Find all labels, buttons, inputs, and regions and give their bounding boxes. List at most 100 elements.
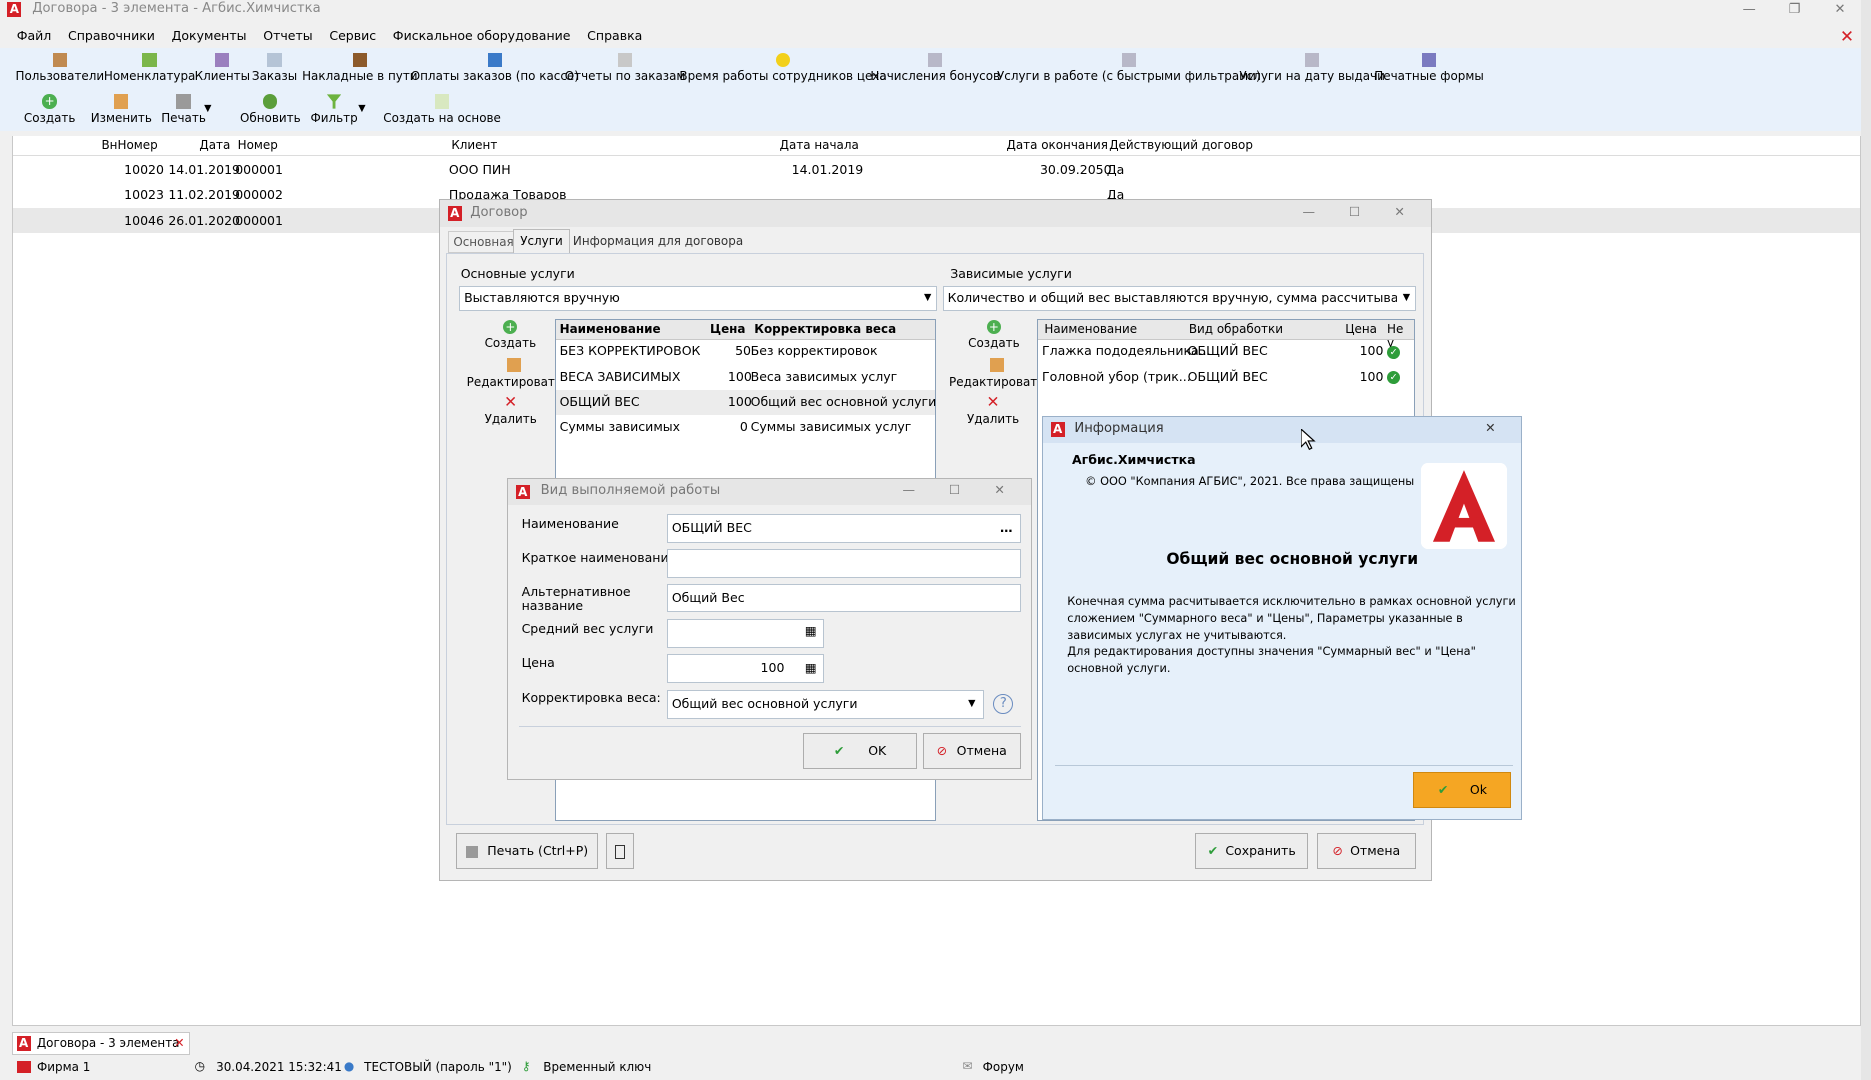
firm-icon xyxy=(16,1061,32,1074)
col-processing-type[interactable]: Вид обработки xyxy=(1189,322,1283,336)
cancel-button[interactable]: ⊘ Отмена xyxy=(922,732,1021,769)
name-field[interactable]: ОБЩИЙ ВЕС… xyxy=(667,514,1021,544)
close-document-icon[interactable]: ✕ xyxy=(1840,26,1854,46)
weight-correction-select[interactable]: Общий вес основной услуги ▼ xyxy=(667,689,984,719)
scrollbar[interactable] xyxy=(1861,0,1871,1080)
col-end-date[interactable]: Дата окончания xyxy=(1007,138,1108,152)
col-price[interactable]: Цена xyxy=(1345,322,1377,336)
minimize-icon[interactable]: — xyxy=(902,482,915,497)
filter-dropdown-icon[interactable]: ▼ xyxy=(358,103,365,114)
print-ctrl-p-button[interactable]: Печать (Ctrl+P) xyxy=(455,833,598,870)
cell: ВЕСА ЗАВИСИМЫХ xyxy=(559,368,681,384)
col-weight-correction[interactable]: Корректировка веса xyxy=(754,322,896,336)
menu-help[interactable]: Справка xyxy=(579,24,651,48)
table-row[interactable]: ОБЩИЙ ВЕС 100 Общий вес основной услуги xyxy=(556,390,936,416)
device-button[interactable] xyxy=(606,833,634,870)
col-client[interactable]: Клиент xyxy=(451,138,497,152)
tb-orders[interactable]: Заказы xyxy=(252,52,297,83)
col-vnnomer[interactable]: ВнНомер xyxy=(101,138,157,152)
minimize-icon[interactable]: — xyxy=(1728,0,1771,19)
short-name-field[interactable] xyxy=(667,549,1021,578)
create-button[interactable]: + Создать xyxy=(24,94,75,125)
print-button[interactable]: Печать xyxy=(161,94,206,125)
main-delete-button[interactable]: ✕ Удалить xyxy=(485,394,537,425)
table-row[interactable]: Головной убор (трик... ОБЩИЙ ВЕС 100 ✓ xyxy=(1038,365,1413,390)
avg-weight-field[interactable]: ▦ xyxy=(667,619,824,649)
ellipsis-icon[interactable]: … xyxy=(1000,515,1013,541)
menu-references[interactable]: Справочники xyxy=(60,24,164,48)
table-row[interactable]: Глажка пододеяльника... ОБЩИЙ ВЕС 100 ✓ xyxy=(1038,340,1413,365)
col-number[interactable]: Номер xyxy=(238,138,278,152)
maximize-icon[interactable]: ☐ xyxy=(1349,204,1360,219)
menu-documents[interactable]: Документы xyxy=(163,24,255,48)
tb-waybills[interactable]: Накладные в пути xyxy=(302,52,418,83)
calculator-icon[interactable]: ▦ xyxy=(805,655,817,681)
minimize-icon[interactable]: — xyxy=(1302,204,1315,219)
dep-delete-button[interactable]: ✕ Удалить xyxy=(967,394,1019,425)
tb-services-date[interactable]: Услуги на дату выдачи xyxy=(1239,52,1385,83)
filter-button[interactable]: Фильтр xyxy=(310,94,358,125)
close-icon[interactable]: ✕ xyxy=(994,482,1005,497)
tb-order-reports[interactable]: Отчеты по заказам xyxy=(565,52,685,83)
tb-print-forms[interactable]: Печатные формы xyxy=(1374,52,1484,83)
save-button[interactable]: ✔ Сохранить xyxy=(1194,833,1309,870)
table-row[interactable]: Суммы зависимых 0 Суммы зависимых услуг xyxy=(556,415,935,440)
main-services-select[interactable]: Выставляются вручную ▼ xyxy=(459,286,938,312)
tb-clients[interactable]: Клиенты xyxy=(195,52,250,83)
chevron-down-icon: ▼ xyxy=(968,697,976,709)
tb-payments[interactable]: Оплаты заказов (по кассе) xyxy=(411,52,579,83)
close-icon[interactable]: ✕ xyxy=(1485,420,1496,435)
alt-name-field[interactable]: Общий Вес xyxy=(667,583,1021,613)
ok-button[interactable]: ✔ OK xyxy=(803,732,917,769)
document-tab[interactable]: A Договора - 3 элемента ✕ xyxy=(11,1031,190,1056)
price-field[interactable]: 100 ▦ xyxy=(667,654,824,683)
cell: Головной убор (трик... xyxy=(1041,368,1191,384)
check-icon: ✔ xyxy=(833,742,845,758)
help-icon[interactable]: ? xyxy=(993,693,1014,714)
tb-work-time[interactable]: Время работы сотрудников цеха xyxy=(679,52,887,83)
menu-service[interactable]: Сервис xyxy=(321,24,384,48)
restore-icon[interactable]: ❐ xyxy=(1773,0,1816,19)
main-edit-button[interactable]: Редактировать xyxy=(467,357,562,389)
status-forum-link[interactable]: Форум xyxy=(983,1060,1024,1074)
tb-nomenclature[interactable]: Номенклатура xyxy=(104,52,195,83)
tab-services[interactable]: Услуги xyxy=(513,229,570,253)
col-name[interactable]: Наименование xyxy=(560,322,661,336)
close-tab-icon[interactable]: ✕ xyxy=(174,1035,185,1050)
services-date-icon xyxy=(1304,52,1320,67)
create-based-button[interactable]: Создать на основе xyxy=(383,94,501,125)
cell: 11.02.2019 xyxy=(168,187,241,203)
maximize-icon[interactable]: ☐ xyxy=(949,482,960,497)
edit-button[interactable]: Изменить xyxy=(91,94,152,125)
menu-file[interactable]: Файл xyxy=(8,24,59,48)
cancel-button[interactable]: ⊘ Отмена xyxy=(1316,833,1416,870)
tb-users[interactable]: Пользователи xyxy=(16,52,104,83)
print-dropdown-icon[interactable]: ▼ xyxy=(204,103,211,114)
col-start-date[interactable]: Дата начала xyxy=(780,138,859,152)
dep-create-button[interactable]: + Создать xyxy=(968,319,1020,350)
info-ok-button[interactable]: ✔ Ok xyxy=(1413,772,1512,809)
menu-reports[interactable]: Отчеты xyxy=(255,24,321,48)
calculator-icon[interactable]: ▦ xyxy=(805,620,817,643)
tab-main[interactable]: Основная xyxy=(447,231,520,253)
col-date[interactable]: Дата xyxy=(199,138,230,152)
close-icon[interactable]: ✕ xyxy=(1394,204,1405,219)
menu-fiscal[interactable]: Фискальное оборудование xyxy=(384,24,578,48)
weight-correction-value: Общий вес основной услуги xyxy=(671,695,858,711)
dep-edit-button[interactable]: Редактировать xyxy=(949,357,1044,389)
table-row[interactable]: ВЕСА ЗАВИСИМЫХ 100 Веса зависимых услуг xyxy=(556,365,935,390)
close-icon[interactable]: ✕ xyxy=(1818,0,1861,19)
refresh-button[interactable]: Обновить xyxy=(240,94,301,125)
col-active[interactable]: Действующий договор xyxy=(1109,138,1253,152)
dependent-services-select[interactable]: Количество и общий вес выставляются вруч… xyxy=(943,286,1416,312)
col-price[interactable]: Цена xyxy=(710,322,745,336)
tb-bonuses[interactable]: Начисления бонусов xyxy=(870,52,1000,83)
table-row[interactable]: 10020 14.01.2019 000001 ООО ПИН 14.01.20… xyxy=(13,158,1860,183)
contract-title: Договор xyxy=(470,205,528,221)
col-name[interactable]: Наименование xyxy=(1044,322,1137,336)
tb-services-in-work[interactable]: Услуги в работе (с быстрыми фильтрами) xyxy=(997,52,1261,83)
tab-contract-info[interactable]: Информация для договора xyxy=(569,231,746,252)
main-create-button[interactable]: + Создать xyxy=(485,319,536,350)
app-logo-icon: A xyxy=(16,1036,31,1051)
table-row[interactable]: БЕЗ КОРРЕКТИРОВОК 50 Без корректировок xyxy=(556,340,935,365)
